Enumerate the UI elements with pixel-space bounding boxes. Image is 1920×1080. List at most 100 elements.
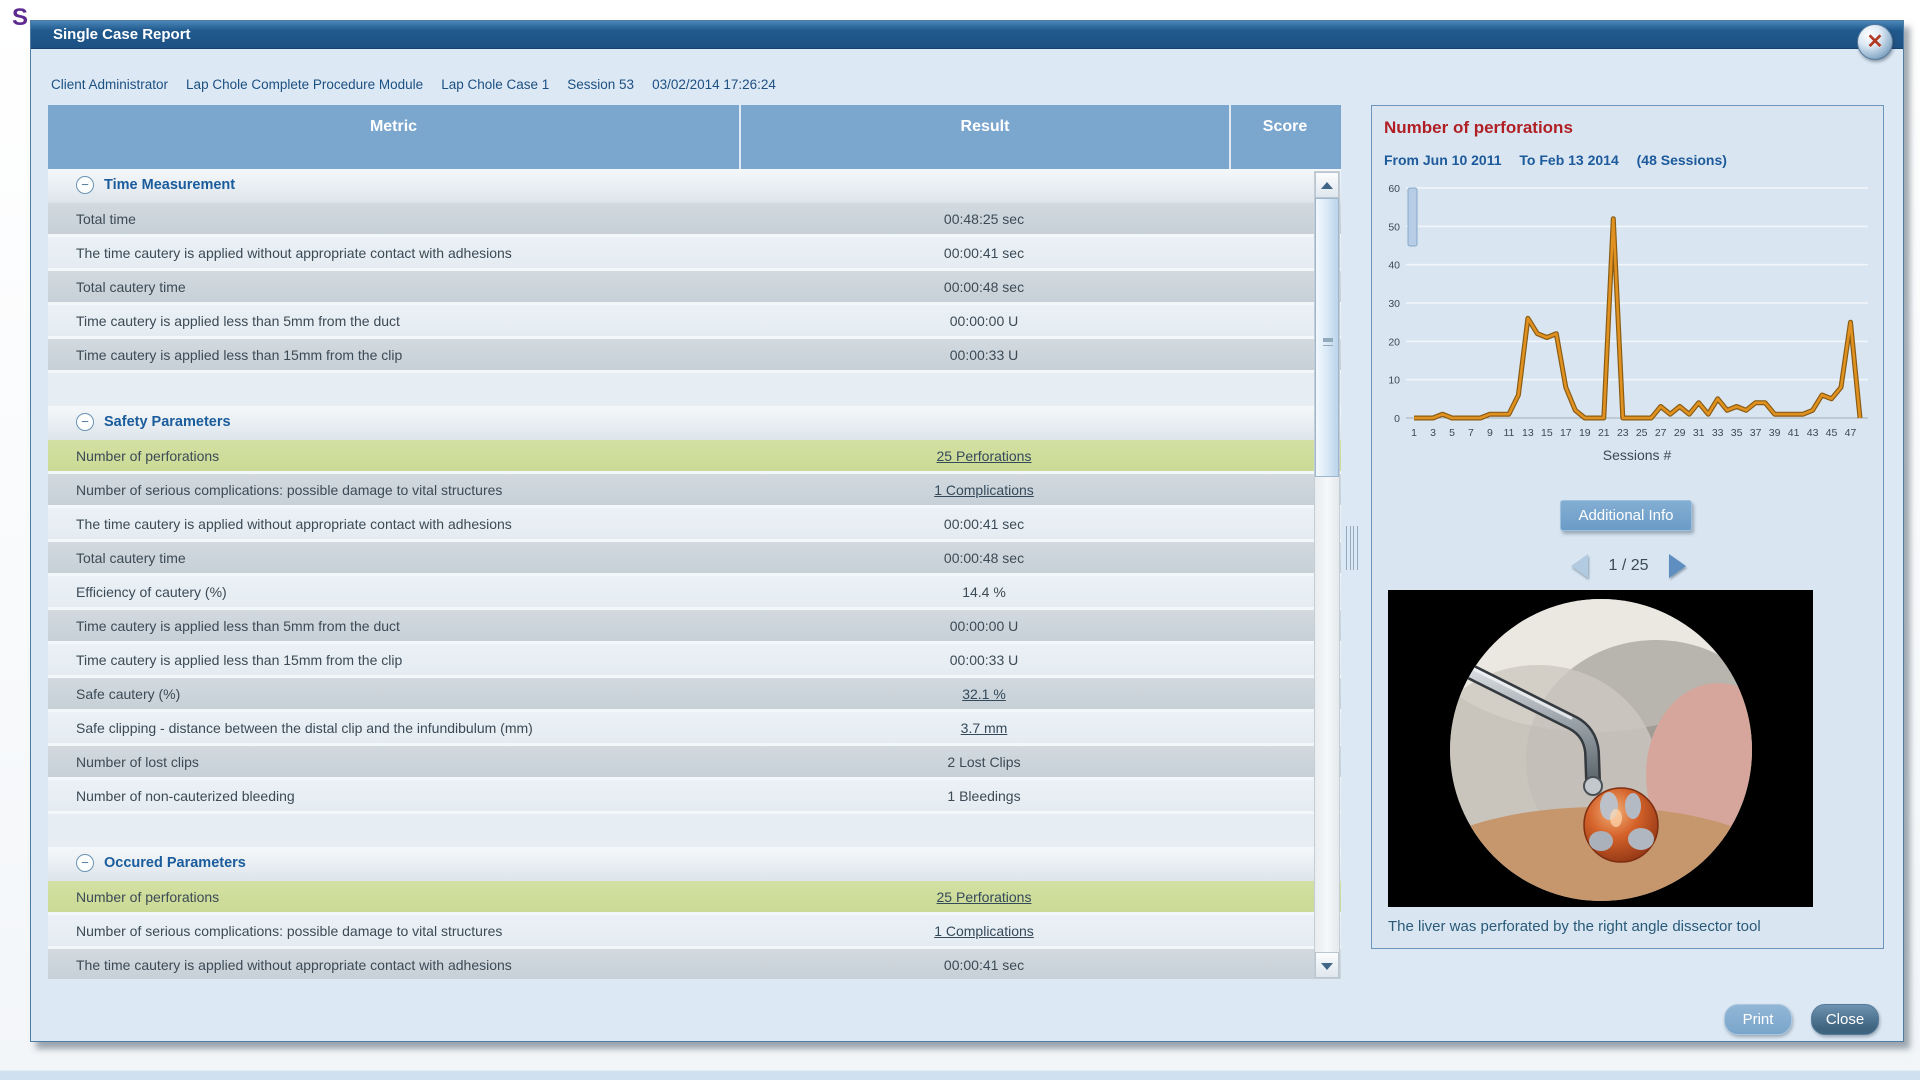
metric-cell: Number of perforations bbox=[76, 889, 726, 905]
metric-cell: Number of lost clips bbox=[76, 754, 726, 770]
metric-cell: Time cautery is applied less than 5mm fr… bbox=[76, 313, 726, 329]
result-link[interactable]: 1 Complications bbox=[739, 923, 1229, 939]
svg-text:9: 9 bbox=[1487, 427, 1493, 439]
background-heading-fragment: S bbox=[12, 4, 29, 32]
table-row[interactable]: Total cautery time00:00:48 sec bbox=[48, 271, 1341, 305]
table-scrollbar[interactable] bbox=[1314, 171, 1340, 979]
svg-text:60: 60 bbox=[1388, 183, 1400, 195]
collapse-icon[interactable]: − bbox=[76, 176, 94, 194]
result-link[interactable]: 1 Complications bbox=[739, 482, 1229, 498]
table-body: −Time MeasurementTotal time00:48:25 secT… bbox=[48, 169, 1341, 979]
svg-text:7: 7 bbox=[1468, 427, 1474, 439]
breadcrumb-item-4: 03/02/2014 17:26:24 bbox=[652, 77, 776, 92]
svg-text:39: 39 bbox=[1769, 427, 1781, 439]
table-row[interactable]: Time cautery is applied less than 5mm fr… bbox=[48, 610, 1341, 644]
svg-text:29: 29 bbox=[1674, 427, 1686, 439]
breadcrumb-item-1: Lap Chole Complete Procedure Module bbox=[186, 77, 423, 92]
result-cell: 00:00:41 sec bbox=[739, 245, 1229, 261]
metric-cell: Total cautery time bbox=[76, 550, 726, 566]
table-row[interactable]: Number of serious complications: possibl… bbox=[48, 915, 1341, 949]
pager-prev-icon[interactable] bbox=[1571, 554, 1588, 578]
close-button[interactable]: ✕ bbox=[1857, 24, 1893, 60]
table-row[interactable]: Safe clipping - distance between the dis… bbox=[48, 712, 1341, 746]
table-row[interactable]: The time cautery is applied without appr… bbox=[48, 237, 1341, 271]
table-row[interactable]: Safe cautery (%)32.1 % bbox=[48, 678, 1341, 712]
table-row[interactable]: Time cautery is applied less than 15mm f… bbox=[48, 644, 1341, 678]
table-row[interactable]: Number of perforations 25 Perforations bbox=[48, 440, 1341, 474]
result-cell: 14.4 % bbox=[739, 584, 1229, 600]
svg-text:5: 5 bbox=[1449, 427, 1455, 439]
page-bottom-strip bbox=[0, 1070, 1920, 1080]
svg-text:20: 20 bbox=[1388, 336, 1400, 348]
column-header-metric: Metric bbox=[48, 105, 739, 169]
table-row[interactable]: Total cautery time 00:00:48 sec bbox=[48, 542, 1341, 576]
snapshot-pager: 1 / 25 bbox=[1372, 554, 1885, 580]
metric-cell: The time cautery is applied without appr… bbox=[76, 245, 726, 261]
svg-text:1: 1 bbox=[1411, 427, 1417, 439]
svg-text:33: 33 bbox=[1712, 427, 1724, 439]
breadcrumb-item-3: Session 53 bbox=[567, 77, 634, 92]
table-row[interactable]: Time cautery is applied less than 15mm f… bbox=[48, 339, 1341, 373]
session-range: From Jun 10 2011 To Feb 13 2014 (48 Sess… bbox=[1384, 152, 1741, 168]
breadcrumb-item-0: Client Administrator bbox=[51, 77, 168, 92]
table-row[interactable]: The time cautery is applied without appr… bbox=[48, 508, 1341, 542]
metric-cell: Total time bbox=[76, 211, 726, 227]
table-row[interactable]: Total time00:48:25 sec bbox=[48, 203, 1341, 237]
table-row[interactable]: Number of serious complications: possibl… bbox=[48, 474, 1341, 508]
result-cell: 00:00:41 sec bbox=[739, 516, 1229, 532]
result-link[interactable]: 3.7 mm bbox=[739, 720, 1229, 736]
svg-text:40: 40 bbox=[1388, 260, 1400, 272]
collapse-icon[interactable]: − bbox=[76, 413, 94, 431]
svg-text:21: 21 bbox=[1598, 427, 1610, 439]
close-dialog-button[interactable]: Close bbox=[1811, 1004, 1879, 1035]
spacer-row bbox=[48, 373, 1341, 406]
metric-cell: Number of perforations bbox=[76, 448, 726, 464]
result-link[interactable]: 32.1 % bbox=[739, 686, 1229, 702]
collapse-icon[interactable]: − bbox=[76, 854, 94, 872]
result-cell: 00:00:33 U bbox=[739, 652, 1229, 668]
snapshot-caption: The liver was perforated by the right an… bbox=[1388, 918, 1761, 935]
section-label: Occured Parameters bbox=[104, 855, 246, 871]
metric-cell: Number of non-cauterized bleeding bbox=[76, 788, 726, 804]
detail-panel: Number of perforations From Jun 10 2011 … bbox=[1371, 105, 1884, 949]
result-cell: 00:00:48 sec bbox=[739, 550, 1229, 566]
table-row[interactable]: Number of lost clips2 Lost Clips bbox=[48, 746, 1341, 780]
panel-splitter-handle[interactable] bbox=[1346, 526, 1358, 570]
range-from: From Jun 10 2011 bbox=[1384, 152, 1502, 168]
scrollbar-thumb[interactable] bbox=[1315, 198, 1339, 477]
svg-text:27: 27 bbox=[1655, 427, 1667, 439]
table-row[interactable]: Efficiency of cautery (%)14.4 % bbox=[48, 576, 1341, 610]
result-cell: 1 Bleedings bbox=[739, 788, 1229, 804]
sessions-line-chart: 0102030405060135791113151719212325272931… bbox=[1376, 176, 1878, 488]
spacer-row bbox=[48, 814, 1341, 847]
column-header-score: Score bbox=[1229, 105, 1339, 169]
table-row[interactable]: Number of perforations 25 Perforations bbox=[48, 881, 1341, 915]
single-case-report-dialog: Single Case Report ✕ Client Administrato… bbox=[30, 20, 1904, 1042]
table-row[interactable]: The time cautery is applied without appr… bbox=[48, 949, 1341, 979]
perforation-snapshot-image bbox=[1388, 590, 1813, 907]
metric-cell: Time cautery is applied less than 15mm f… bbox=[76, 347, 726, 363]
result-cell: 00:00:48 sec bbox=[739, 279, 1229, 295]
svg-text:19: 19 bbox=[1579, 427, 1591, 439]
svg-text:10: 10 bbox=[1388, 375, 1400, 387]
svg-text:0: 0 bbox=[1394, 413, 1400, 425]
dialog-titlebar[interactable]: Single Case Report bbox=[31, 21, 1903, 49]
svg-text:3: 3 bbox=[1430, 427, 1436, 439]
arrow-down-icon bbox=[1321, 963, 1333, 970]
svg-text:35: 35 bbox=[1731, 427, 1743, 439]
metrics-table: Metric Result Score −Time MeasurementTot… bbox=[48, 105, 1341, 979]
table-row[interactable]: Number of non-cauterized bleeding 1 Bleed… bbox=[48, 780, 1341, 814]
scroll-up-button[interactable] bbox=[1315, 172, 1339, 198]
svg-text:25: 25 bbox=[1636, 427, 1648, 439]
result-link[interactable]: 25 Perforations bbox=[739, 448, 1229, 464]
section-header-row: −Occured Parameters bbox=[48, 847, 1341, 881]
scroll-down-button[interactable] bbox=[1315, 952, 1339, 978]
print-button[interactable]: Print bbox=[1724, 1004, 1792, 1035]
svg-text:41: 41 bbox=[1788, 427, 1800, 439]
column-header-result: Result bbox=[739, 105, 1229, 169]
pager-next-icon[interactable] bbox=[1669, 554, 1686, 578]
result-link[interactable]: 25 Perforations bbox=[739, 889, 1229, 905]
table-header: Metric Result Score bbox=[48, 105, 1341, 169]
table-row[interactable]: Time cautery is applied less than 5mm fr… bbox=[48, 305, 1341, 339]
additional-info-button[interactable]: Additional Info bbox=[1560, 500, 1692, 531]
